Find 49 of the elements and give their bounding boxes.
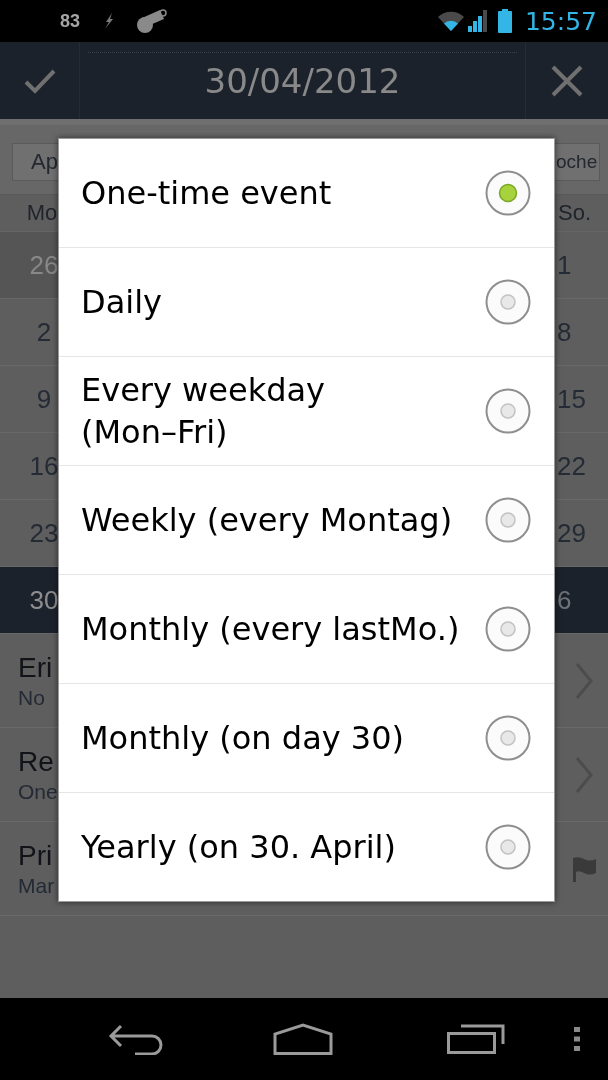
back-icon[interactable]: [108, 1023, 164, 1055]
whistle-icon: [136, 8, 169, 34]
entry-title: Re: [18, 744, 55, 779]
weekday-label: So.: [557, 200, 593, 226]
status-indicator-text: 83: [60, 10, 81, 32]
entry-title: Pri: [18, 838, 54, 873]
weekday-label: Mo: [25, 200, 58, 226]
home-icon[interactable]: [273, 1023, 333, 1055]
date-title: 30/04/2012: [204, 61, 401, 101]
close-icon: [550, 63, 584, 98]
option-label[interactable]: Daily: [81, 281, 162, 323]
lightning-icon: [104, 13, 115, 29]
radio-button[interactable]: [485, 497, 531, 543]
radio-button[interactable]: [485, 715, 531, 761]
calendar-day[interactable]: 22: [555, 433, 608, 499]
calendar-day[interactable]: 15: [555, 366, 608, 432]
calendar-day[interactable]: 1: [555, 232, 608, 298]
option-label[interactable]: Every weekday (Mon–Fri): [81, 369, 473, 453]
radio-button[interactable]: [485, 824, 531, 870]
status-time: 15:57: [524, 6, 597, 36]
calendar-day[interactable]: 23: [0, 500, 58, 566]
calendar-day[interactable]: 16: [0, 433, 58, 499]
radio-button[interactable]: [485, 170, 531, 216]
calendar-day[interactable]: 8: [555, 299, 608, 365]
entry-subtitle: No: [18, 684, 46, 711]
calendar-day[interactable]: 30: [0, 567, 58, 633]
option-label[interactable]: Weekly (every Montag): [81, 499, 453, 541]
calendar-day[interactable]: 29: [555, 500, 608, 566]
toolbar-button[interactable]: oche: [555, 142, 600, 181]
calendar-day[interactable]: 2: [0, 299, 58, 365]
calendar-day[interactable]: 6: [555, 567, 608, 633]
option-label[interactable]: Monthly (on day 30): [81, 717, 405, 759]
radio-button[interactable]: [485, 388, 531, 434]
option-label[interactable]: One-time event: [81, 172, 332, 214]
battery-icon: [497, 9, 512, 33]
flag-icon: [570, 855, 597, 882]
calendar-day[interactable]: 9: [0, 366, 58, 432]
signal-icon: [466, 10, 489, 32]
recent-apps-icon[interactable]: [447, 1024, 505, 1054]
entry-title: Eri: [18, 650, 54, 685]
entry-subtitle: Mar: [18, 872, 56, 899]
toolbar-button[interactable]: Ap: [12, 142, 58, 181]
option-label[interactable]: Monthly (every lastMo.): [81, 608, 460, 650]
radio-button[interactable]: [485, 279, 531, 325]
menu-icon[interactable]: [573, 1027, 581, 1051]
radio-button[interactable]: [485, 606, 531, 652]
option-label[interactable]: Yearly (on 30. April): [81, 826, 396, 868]
entry-subtitle: One: [18, 778, 58, 805]
wifi-icon: [436, 10, 465, 32]
